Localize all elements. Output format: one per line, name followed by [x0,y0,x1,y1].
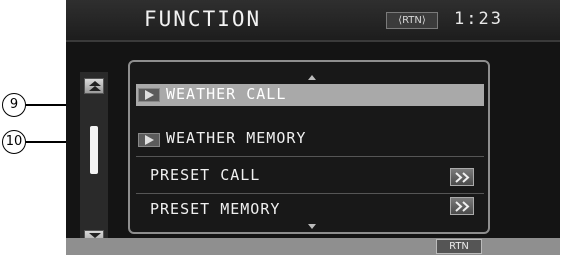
rtn-badge[interactable]: ⟨RTN⟩ [386,12,438,29]
scroll-thumb[interactable] [90,126,98,174]
more-below-icon [308,224,316,229]
more-above-icon [308,75,316,80]
play-arrow-icon [138,88,160,102]
list-item-weather-call[interactable]: WEATHER CALL [136,84,484,106]
list-item-weather-memory[interactable]: WEATHER MEMORY [136,124,484,157]
callout-10: 10 [2,130,26,154]
preset-memory-enter-button[interactable] [450,197,474,215]
page-title: FUNCTION [144,7,262,31]
list-item-preset-call[interactable]: PRESET CALL [136,161,484,194]
rtn-button[interactable]: RTN [436,239,482,254]
callout-9: 9 [2,93,26,117]
list-item-label: WEATHER MEMORY [166,129,307,147]
list-item-label: WEATHER CALL [166,85,287,103]
clock: 1:23 [454,9,503,29]
double-chevron-right-icon [455,201,470,212]
footer-bar: RTN [66,238,560,255]
preset-call-enter-button[interactable] [450,168,474,186]
double-chevron-up-icon [89,81,101,91]
list-item-label: PRESET MEMORY [150,200,281,218]
function-list-panel: WEATHER CALL WEATHER MEMORY PRESET CALL … [128,60,490,234]
list-item-label: PRESET CALL [150,166,261,184]
scroll-column [80,72,108,246]
function-screen: FUNCTION ⟨RTN⟩ 1:23 WEATHER CALL WEATHER… [66,0,560,255]
header-bar: FUNCTION ⟨RTN⟩ 1:23 [66,0,560,42]
double-chevron-right-icon [455,172,470,183]
scroll-up-button[interactable] [84,78,104,94]
play-arrow-icon [138,133,160,147]
